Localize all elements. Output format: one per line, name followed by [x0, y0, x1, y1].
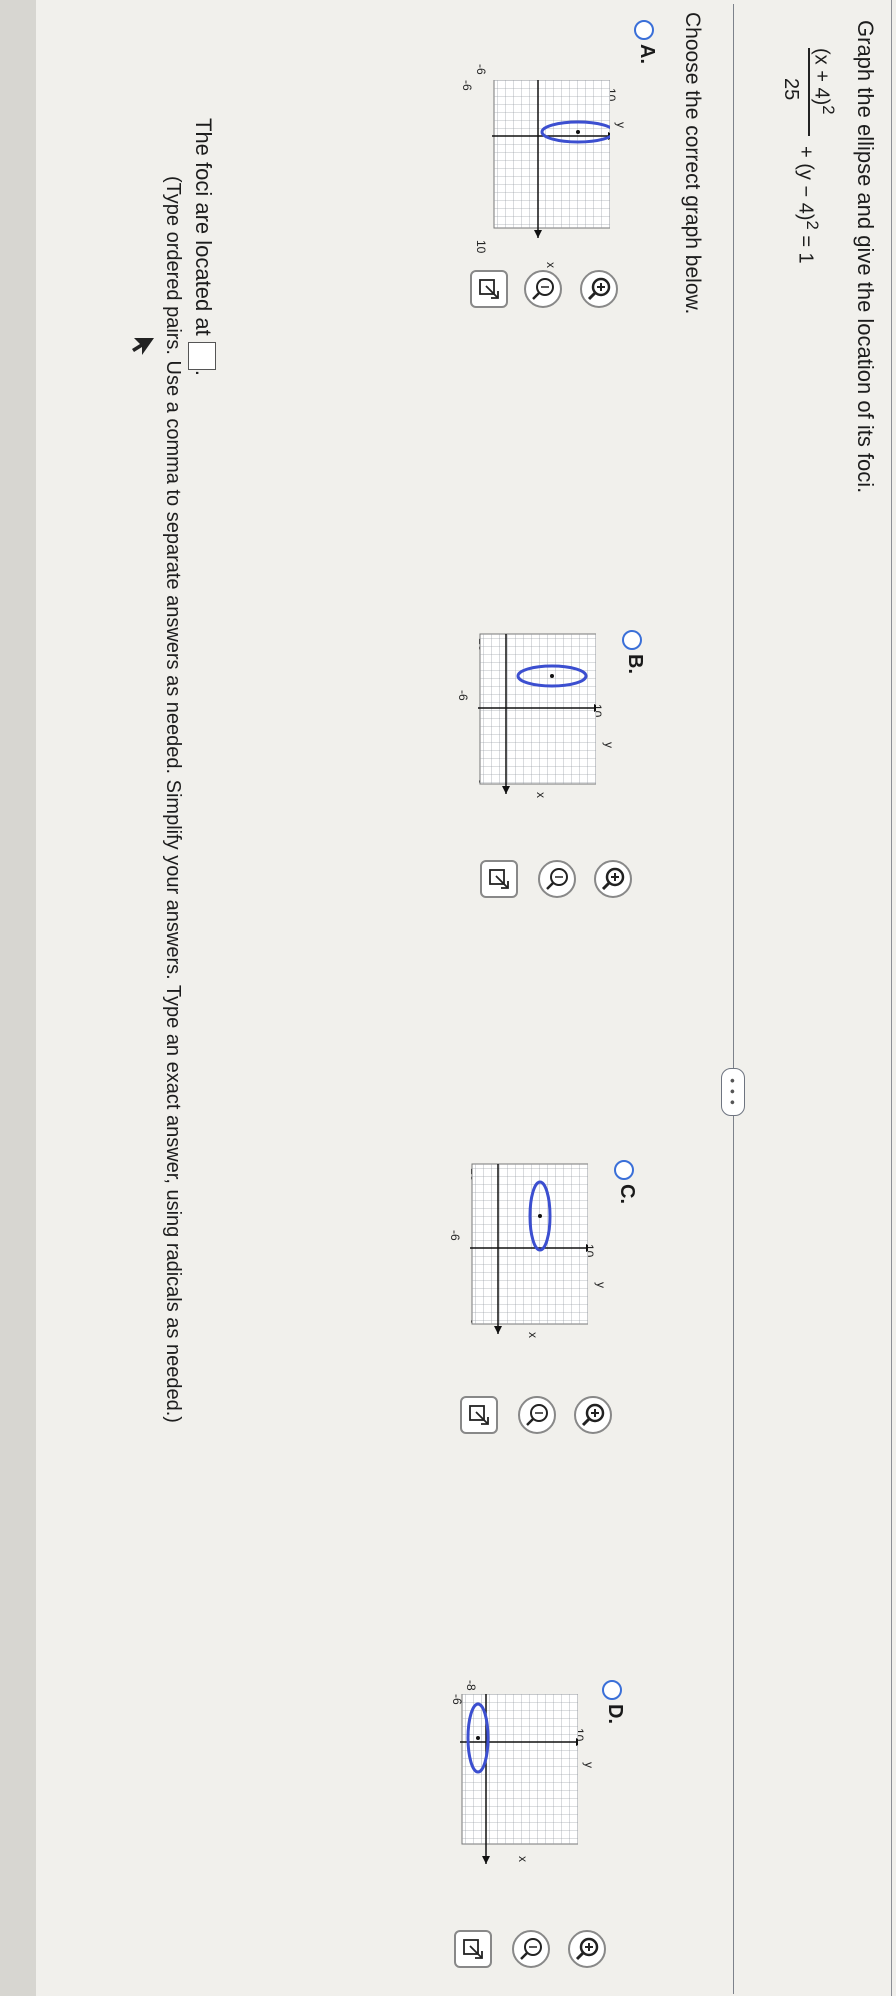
rest-exponent: 2 — [803, 220, 822, 230]
rest-text: + (y − 4) — [794, 146, 817, 221]
option-d[interactable]: D. y 10 -8 -6 10 x — [406, 1680, 626, 1980]
y-arrow-icon — [586, 1244, 588, 1252]
option-b-label: B. — [624, 654, 646, 674]
expand-button[interactable]: • • • — [721, 1068, 745, 1116]
option-b-graph[interactable] — [466, 630, 596, 798]
option-a[interactable]: A. y 10 -6 -6 10 x — [438, 20, 658, 320]
option-b-popout-icon[interactable] — [480, 860, 518, 898]
option-c-radio[interactable] — [614, 1160, 634, 1180]
option-a-zoom-reset-icon[interactable] — [524, 270, 562, 308]
center-point — [476, 1736, 480, 1740]
option-d-zoom-reset-icon[interactable] — [512, 1930, 550, 1968]
option-c-label: C. — [616, 1184, 638, 1204]
period: . — [191, 369, 216, 376]
y-arrow-icon — [594, 704, 596, 712]
grid-lines — [472, 1164, 588, 1324]
answer-prompt: The foci are located at — [191, 118, 216, 336]
x-arrow-icon — [502, 786, 510, 794]
option-c-zoom-in-icon[interactable] — [574, 1396, 612, 1434]
section-divider — [733, 4, 734, 1994]
top-divider — [891, 0, 892, 1996]
foci-answer-input[interactable] — [187, 341, 216, 370]
grid-lines — [494, 80, 610, 228]
equation: (x + 4)2 25 + (y − 4)2 = 1 — [756, 48, 846, 608]
numerator-text: (x + 4) — [810, 48, 833, 106]
x-arrow-icon — [482, 1856, 490, 1864]
option-a-tick-right: 10 — [474, 240, 488, 254]
y-arrow-icon — [576, 1738, 578, 1746]
option-a-graph[interactable] — [480, 80, 610, 240]
equation-rest: + (y − 4)2 = 1 — [793, 146, 822, 264]
option-d-zoom-in-icon[interactable] — [568, 1930, 606, 1968]
option-c-zoom-reset-icon[interactable] — [518, 1396, 556, 1434]
option-c[interactable]: C. y 10 -10 -6 6 x — [428, 1160, 638, 1490]
option-a-y-axis-label: y — [614, 122, 628, 128]
center-point — [576, 130, 580, 134]
option-d-radio[interactable] — [602, 1680, 622, 1700]
grid-lines — [462, 1694, 578, 1844]
equation-numerator: (x + 4)2 — [809, 48, 838, 115]
option-b[interactable]: B. y 10 -10 -6 6 x — [436, 630, 646, 960]
mouse-pointer-icon — [132, 338, 154, 355]
x-arrow-icon — [534, 230, 542, 238]
instruction-text: Choose the correct graph below. — [681, 12, 704, 315]
option-d-popout-icon[interactable] — [454, 1930, 492, 1968]
option-c-popout-icon[interactable] — [460, 1396, 498, 1434]
option-a-tick-left: -6 — [474, 64, 488, 75]
option-a-tick-mid: -6 — [460, 80, 474, 91]
answer-line: The foci are located at . — [187, 118, 216, 376]
option-b-zoom-reset-icon[interactable] — [538, 860, 576, 898]
center-point — [538, 1214, 542, 1218]
option-d-tick-left: -8 — [464, 1680, 478, 1691]
option-b-y-axis-label: y — [602, 742, 616, 748]
answer-hint: (Type ordered pairs. Use a comma to sepa… — [162, 176, 184, 1423]
option-b-zoom-in-icon[interactable] — [594, 860, 632, 898]
option-d-label: D. — [604, 1704, 626, 1724]
center-point — [550, 674, 554, 678]
option-d-graph[interactable] — [448, 1694, 578, 1870]
numerator-exponent: 2 — [819, 105, 838, 115]
question-prompt: Graph the ellipse and give the location … — [853, 20, 878, 494]
option-b-radio[interactable] — [622, 630, 642, 650]
option-d-y-axis-label: y — [582, 1762, 596, 1768]
equals-text: = 1 — [794, 235, 817, 264]
option-c-graph[interactable] — [458, 1160, 588, 1338]
option-a-label: A. — [636, 44, 658, 64]
option-a-popout-icon[interactable] — [470, 270, 508, 308]
screen: Graph the ellipse and give the location … — [36, 0, 896, 1996]
equation-denominator: 25 — [780, 78, 802, 101]
option-a-x-axis-label: x — [544, 262, 558, 268]
grid-lines — [480, 634, 596, 784]
option-a-radio[interactable] — [634, 20, 654, 40]
option-c-y-axis-label: y — [594, 1282, 608, 1288]
option-a-zoom-in-icon[interactable] — [580, 270, 618, 308]
fraction-bar — [808, 48, 810, 136]
x-arrow-icon — [494, 1326, 502, 1334]
